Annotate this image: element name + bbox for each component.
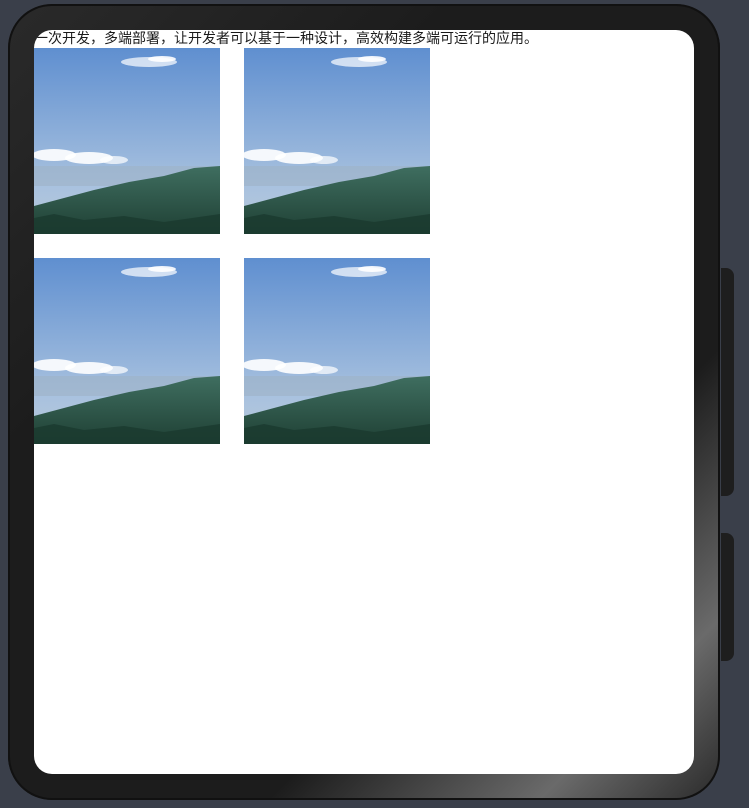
app-screen: 一次开发，多端部署，让开发者可以基于一种设计，高效构建多端可运行的应用。 (34, 30, 694, 774)
landscape-photo (244, 258, 430, 444)
landscape-photo (244, 48, 430, 234)
gallery-image[interactable] (34, 48, 220, 234)
image-grid (34, 48, 430, 444)
power-button[interactable] (721, 533, 734, 661)
volume-button[interactable] (721, 268, 734, 496)
gallery-image[interactable] (244, 48, 430, 234)
gallery-image[interactable] (244, 258, 430, 444)
description-text: 一次开发，多端部署，让开发者可以基于一种设计，高效构建多端可运行的应用。 (34, 31, 538, 47)
gallery-image[interactable] (34, 258, 220, 444)
landscape-photo (34, 258, 220, 444)
landscape-photo (34, 48, 220, 234)
